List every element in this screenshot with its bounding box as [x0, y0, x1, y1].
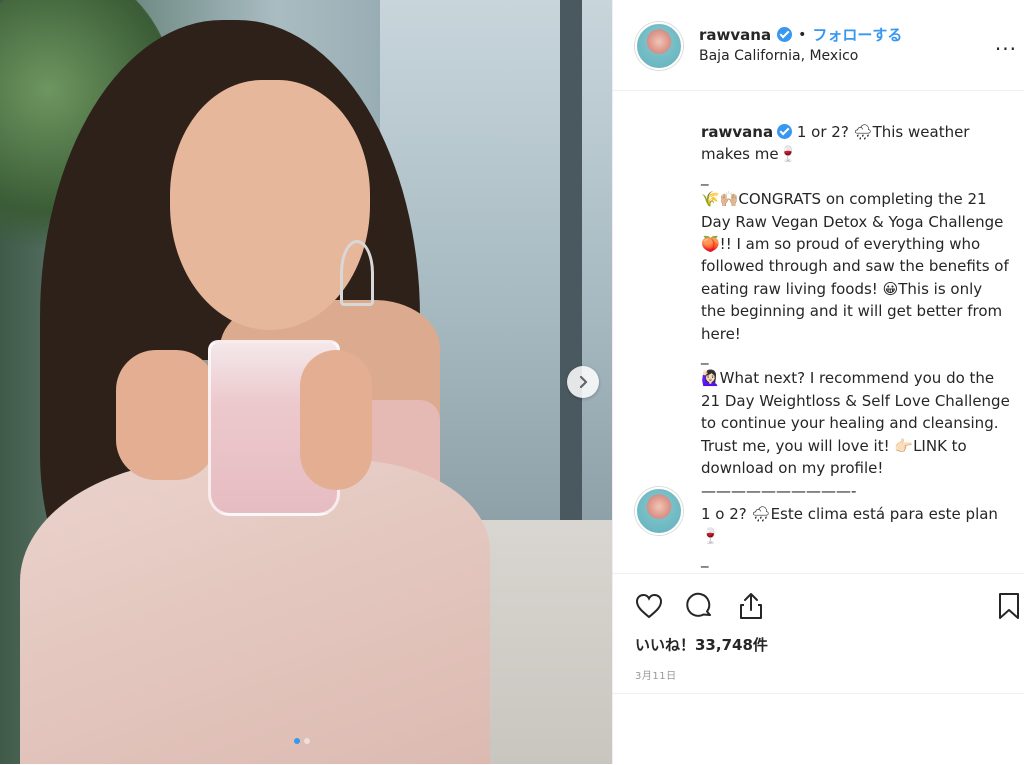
post-panel: rawvana • フォローする Baja California, Mexico… [612, 0, 1024, 764]
caption-username[interactable]: rawvana [701, 123, 773, 141]
verified-badge-icon [777, 27, 793, 42]
comments-area[interactable]: rawvana 1 or 2? 🌧This weather makes me🍷 … [613, 91, 1024, 573]
username-link[interactable]: rawvana [699, 26, 771, 44]
bookmark-icon[interactable] [993, 590, 1024, 622]
location-link[interactable]: Baja California, Mexico [699, 48, 858, 64]
comment-text: 1 o 2? 🌧Este clima está para este plan 🍷… [701, 505, 998, 568]
separator-dot: • [798, 26, 807, 43]
carousel-dot [304, 738, 310, 744]
chevron-right-icon [579, 375, 588, 389]
follow-button[interactable]: フォローする [812, 24, 902, 45]
caption-text: 1 or 2? 🌧This weather makes me🍷 _ 🌾🙌🏼CON… [701, 123, 1010, 500]
window-frame [560, 0, 582, 520]
comment-icon[interactable] [683, 590, 715, 622]
post-date[interactable]: 3月11日 [635, 667, 677, 682]
carousel-next-button[interactable] [567, 366, 599, 398]
earring [340, 240, 374, 306]
caption: rawvana 1 or 2? 🌧This weather makes me🍷 … [701, 121, 1011, 502]
avatar[interactable] [635, 22, 683, 70]
header-name-line: rawvana • フォローする [699, 24, 902, 45]
more-options-icon[interactable]: ... [995, 33, 1017, 53]
carousel-indicator [294, 738, 310, 744]
avatar[interactable] [635, 487, 683, 535]
left-hand [116, 350, 216, 480]
heart-icon[interactable] [633, 590, 665, 622]
right-hand [300, 350, 372, 490]
verified-badge-icon [777, 124, 793, 139]
action-bar: いいね！33,748件 3月11日 [613, 573, 1024, 694]
add-comment-area[interactable] [613, 693, 1024, 765]
post-header: rawvana • フォローする Baja California, Mexico… [613, 0, 1024, 91]
post-photo[interactable] [0, 0, 612, 764]
share-icon[interactable] [735, 590, 767, 622]
carousel-dot [294, 738, 300, 744]
likes-count[interactable]: いいね！33,748件 [635, 634, 768, 655]
